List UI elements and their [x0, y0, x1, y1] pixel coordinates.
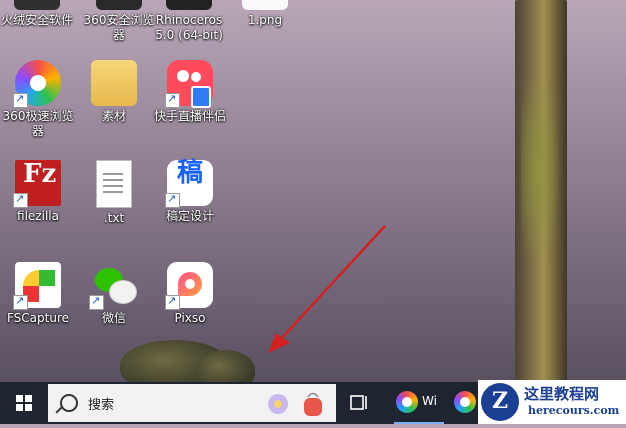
start-button[interactable] [0, 382, 48, 424]
360-browser-icon [454, 391, 476, 413]
watermark-url: herecours.com [528, 404, 620, 417]
taskbar-app-label: Wi [422, 394, 437, 408]
360-browser-icon [396, 391, 418, 413]
taskbar-app-360-browser[interactable]: Wi [390, 382, 448, 424]
taskbar-app-360-browser-2[interactable] [448, 382, 480, 424]
taskbar-search-box[interactable]: 搜索 [48, 384, 336, 422]
site-watermark: Z 这里教程网 herecours.com [478, 380, 626, 424]
watermark-logo: Z [481, 383, 519, 421]
search-icon [60, 394, 78, 412]
watermark-title: 这里教程网 [524, 385, 600, 403]
search-placeholder: 搜索 [88, 398, 115, 413]
task-view-button[interactable] [344, 390, 372, 416]
windows-logo-icon [16, 395, 32, 411]
task-view-icon [350, 395, 367, 410]
annotation-arrow [268, 225, 386, 353]
desktop: 火绒安全软件 360安全浏览 器 Rhinoceros 5.0 (64-bit)… [0, 0, 626, 382]
search-highlight-flower-icon [268, 392, 322, 416]
